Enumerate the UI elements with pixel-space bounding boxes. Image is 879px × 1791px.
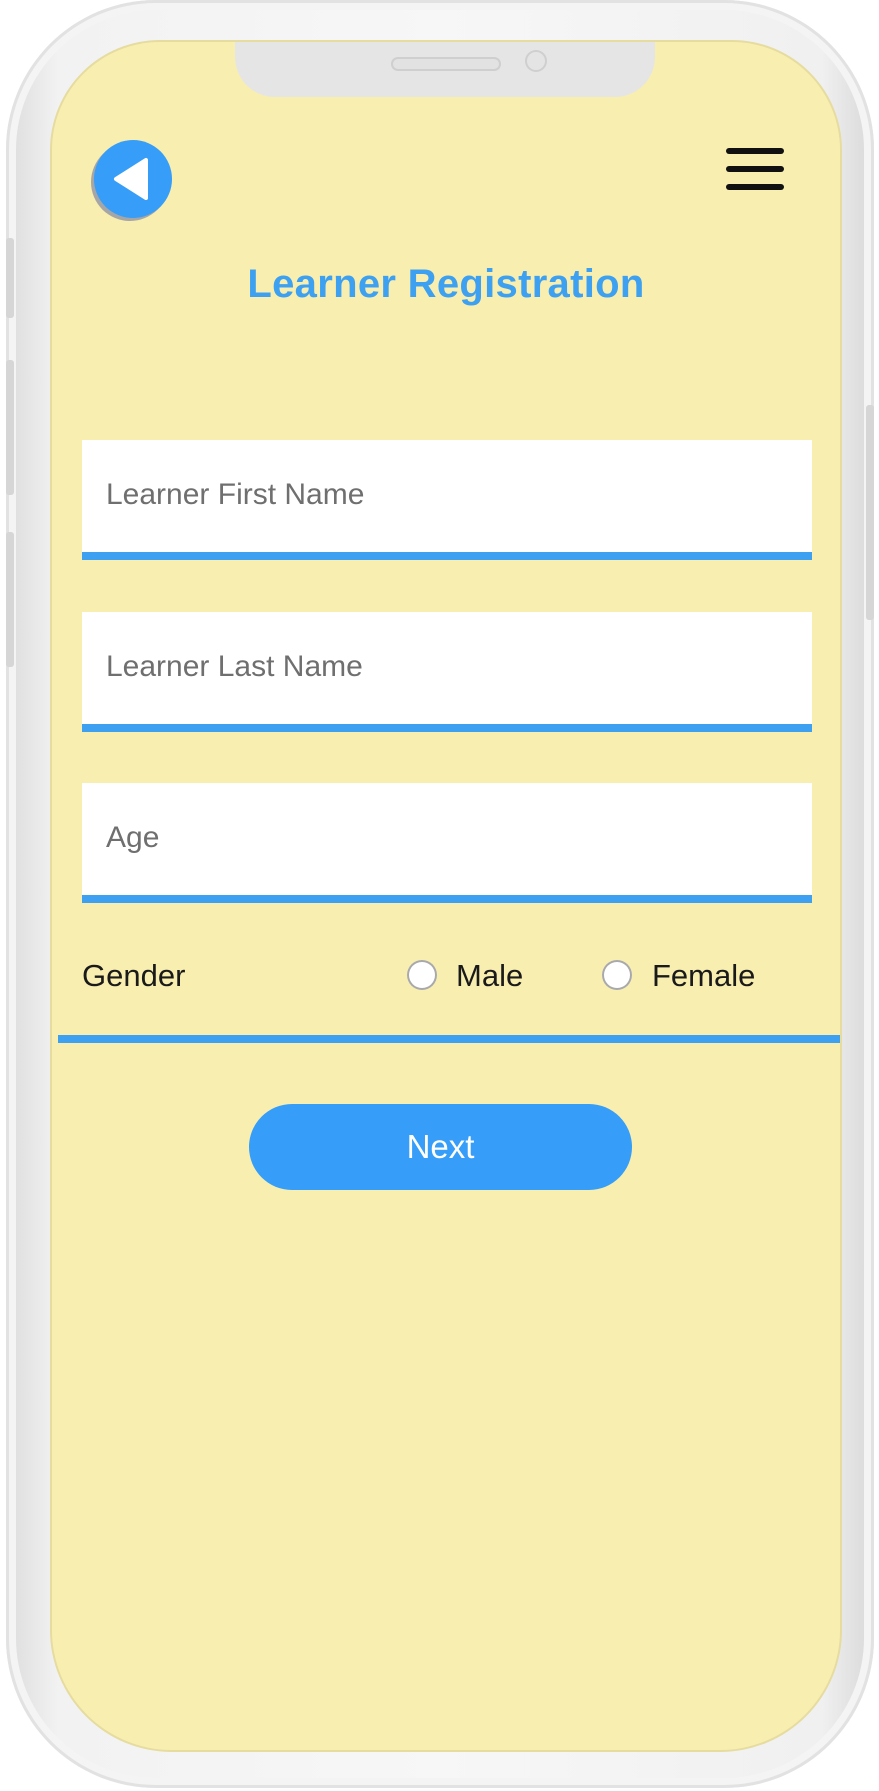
speaker-grille bbox=[391, 57, 501, 71]
phone-frame: Learner Registration Gender Male Female … bbox=[6, 0, 874, 1788]
back-button[interactable] bbox=[94, 140, 172, 218]
age-field-container bbox=[82, 783, 812, 903]
female-radio[interactable] bbox=[602, 960, 632, 990]
mute-switch bbox=[6, 238, 14, 318]
page-title: Learner Registration bbox=[247, 262, 645, 306]
first-name-field-container bbox=[82, 440, 812, 560]
last-name-field-container bbox=[82, 612, 812, 732]
app-screen: Learner Registration Gender Male Female … bbox=[52, 42, 840, 1750]
gender-row: Gender Male Female bbox=[82, 952, 812, 1002]
section-divider bbox=[58, 1035, 840, 1043]
male-option-label[interactable]: Male bbox=[456, 958, 523, 994]
back-arrow-icon bbox=[114, 158, 148, 200]
volume-up-button bbox=[6, 360, 14, 495]
volume-down-button bbox=[6, 532, 14, 667]
gender-label: Gender bbox=[82, 958, 186, 993]
male-radio[interactable] bbox=[407, 960, 437, 990]
last-name-input[interactable] bbox=[82, 612, 812, 722]
age-input[interactable] bbox=[82, 783, 812, 893]
female-option-label[interactable]: Female bbox=[652, 958, 755, 994]
phone-notch bbox=[235, 42, 655, 97]
next-button[interactable]: Next bbox=[249, 1104, 632, 1190]
power-button bbox=[866, 405, 874, 620]
front-camera bbox=[525, 50, 547, 72]
menu-button[interactable] bbox=[722, 144, 786, 198]
first-name-input[interactable] bbox=[82, 440, 812, 550]
